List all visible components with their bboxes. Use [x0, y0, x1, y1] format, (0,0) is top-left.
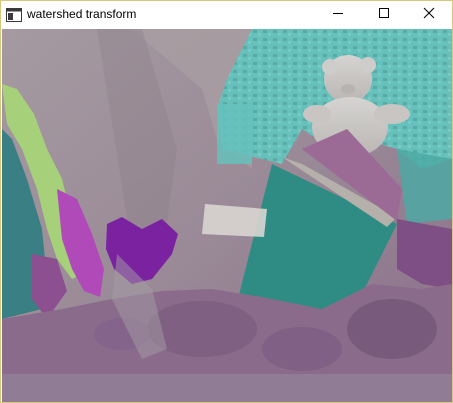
watershed-image[interactable] — [2, 29, 452, 402]
minimize-icon — [332, 6, 344, 24]
white-block — [202, 204, 267, 237]
teal-patch — [217, 104, 252, 164]
segmentation-overlay — [2, 29, 452, 402]
minimize-button[interactable] — [315, 1, 361, 29]
close-icon — [423, 6, 435, 24]
opencv-window-icon — [6, 8, 22, 22]
maximize-icon — [378, 6, 390, 24]
close-button[interactable] — [406, 1, 452, 29]
toy-shape-4 — [262, 327, 342, 371]
floor-band — [2, 374, 452, 402]
window-title: watershed transform — [27, 7, 137, 21]
maximize-button[interactable] — [361, 1, 407, 29]
toy-shape-3 — [347, 299, 437, 359]
app-window: watershed transform — [0, 0, 453, 403]
title-bar[interactable]: watershed transform — [1, 1, 452, 29]
